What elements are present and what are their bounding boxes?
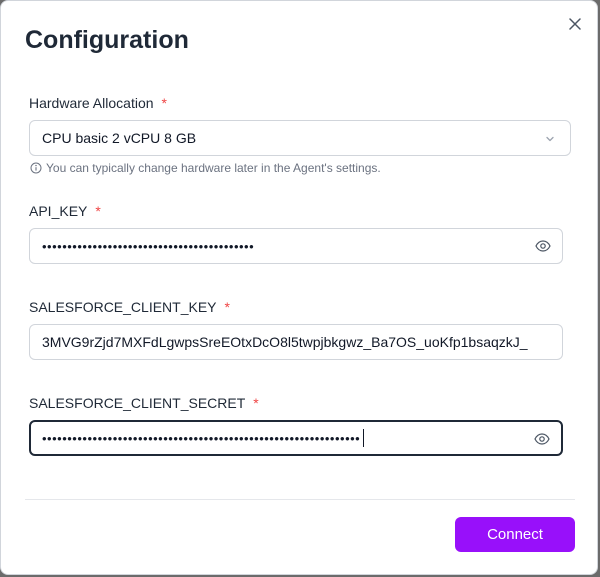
close-icon — [569, 18, 581, 30]
hardware-allocation-label: Hardware Allocation * — [29, 94, 167, 112]
chevron-down-icon — [546, 136, 554, 142]
salesforce-client-secret-label: SALESFORCE_CLIENT_SECRET * — [29, 394, 259, 412]
footer-divider — [25, 499, 575, 500]
hardware-hint: You can typically change hardware later … — [30, 160, 381, 176]
required-mark: * — [95, 203, 101, 219]
salesforce-client-key-value: 3MVG9rZjd7MXFdLgwpsSreEOtxDcO8l5twpjbkgw… — [42, 334, 528, 350]
salesforce-client-key-label: SALESFORCE_CLIENT_KEY * — [29, 298, 230, 316]
api-key-label-text: API_KEY — [29, 203, 88, 219]
hardware-allocation-label-text: Hardware Allocation — [29, 95, 154, 111]
salesforce-client-secret-input[interactable]: ••••••••••••••••••••••••••••••••••••••••… — [29, 420, 563, 456]
hardware-hint-text: You can typically change hardware later … — [46, 161, 381, 175]
salesforce-client-secret-label-text: SALESFORCE_CLIENT_SECRET — [29, 395, 246, 411]
toggle-visibility-button[interactable] — [533, 431, 551, 447]
required-mark: * — [161, 95, 167, 111]
toggle-visibility-button[interactable] — [534, 238, 552, 254]
salesforce-client-key-label-text: SALESFORCE_CLIENT_KEY — [29, 299, 217, 315]
salesforce-client-secret-masked-value: ••••••••••••••••••••••••••••••••••••••••… — [42, 430, 361, 446]
eye-icon — [534, 433, 550, 445]
eye-icon — [535, 240, 551, 252]
api-key-input[interactable]: ••••••••••••••••••••••••••••••••••••••••… — [29, 228, 563, 264]
dialog-title: Configuration — [25, 26, 189, 54]
hardware-allocation-select[interactable]: CPU basic 2 vCPU 8 GB — [29, 120, 571, 156]
required-mark: * — [253, 395, 259, 411]
configuration-dialog: Configuration Hardware Allocation * CPU b… — [0, 0, 598, 575]
text-caret — [363, 429, 365, 447]
api-key-label: API_KEY * — [29, 202, 101, 220]
hardware-allocation-value: CPU basic 2 vCPU 8 GB — [42, 130, 197, 146]
salesforce-client-key-input[interactable]: 3MVG9rZjd7MXFdLgwpsSreEOtxDcO8l5twpjbkgw… — [29, 324, 563, 360]
required-mark: * — [224, 299, 230, 315]
info-icon — [30, 162, 42, 174]
api-key-masked-value: ••••••••••••••••••••••••••••••••••••••••… — [42, 238, 255, 254]
connect-button[interactable]: Connect — [455, 517, 575, 552]
close-button[interactable] — [564, 13, 586, 35]
